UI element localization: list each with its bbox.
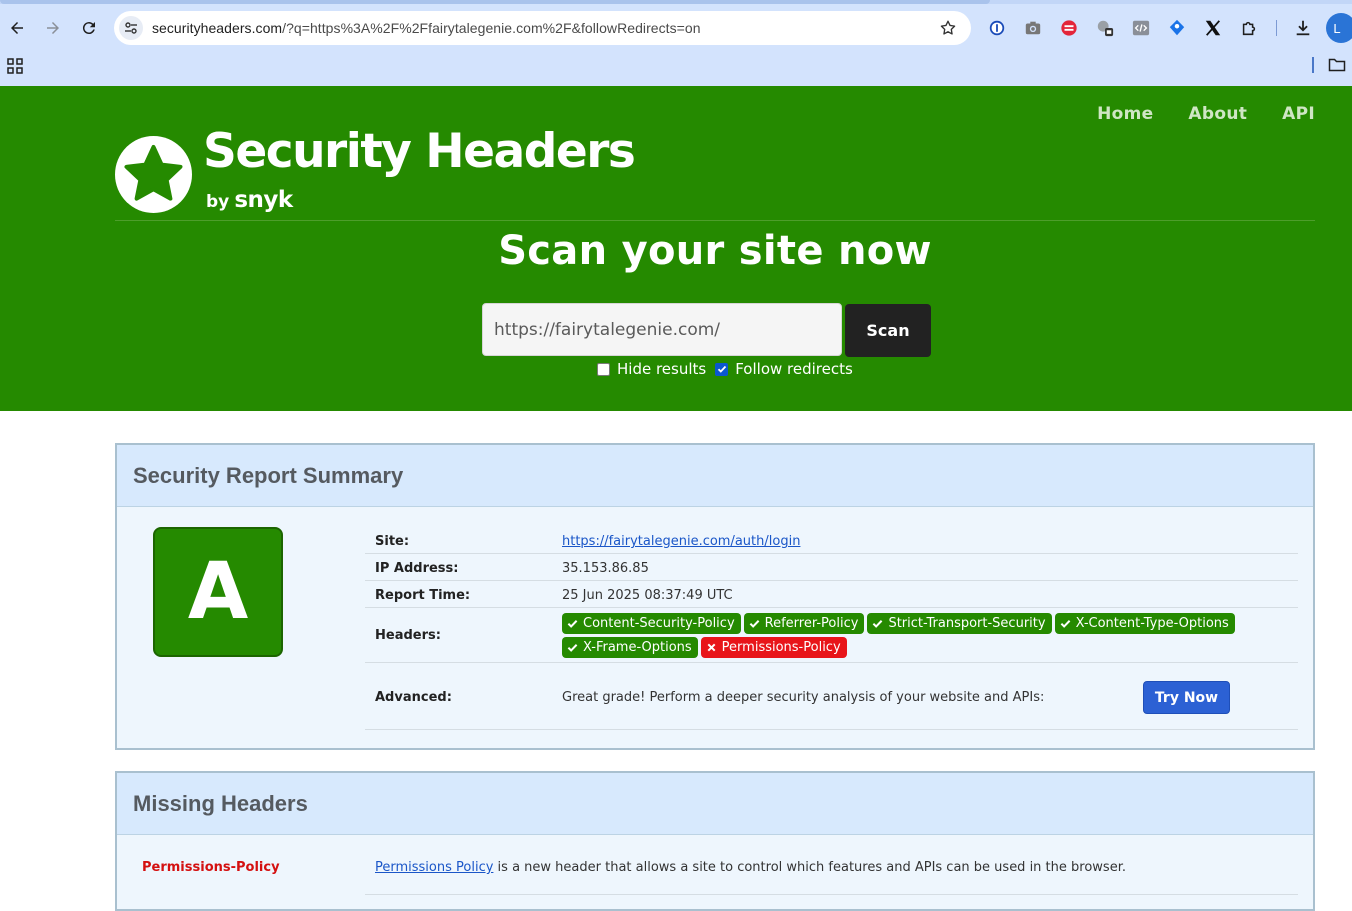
grade-badge: A — [153, 527, 283, 657]
logo-brand: snyk — [234, 187, 293, 213]
password-manager-icon[interactable] — [987, 18, 1007, 38]
missing-header-description-text: is a new header that allows a site to co… — [493, 860, 1126, 875]
red-extension-icon[interactable] — [1059, 18, 1079, 38]
url-input[interactable]: https://fairytalegenie.com/ — [482, 303, 842, 356]
report-summary-header: Security Report Summary — [117, 445, 1313, 507]
hide-results-label[interactable]: Hide results — [617, 360, 706, 378]
profile-avatar[interactable]: L — [1326, 13, 1352, 43]
report-time-value: 25 Jun 2025 08:37:49 UTC — [562, 588, 733, 603]
header-badge-label: X-Content-Type-Options — [1075, 616, 1229, 631]
blue-tag-icon[interactable] — [1167, 18, 1187, 38]
site-label: Site: — [375, 534, 410, 549]
header-badge: Referrer-Policy — [743, 613, 865, 634]
checkmark-icon — [717, 365, 726, 373]
header-badge-label: Referrer-Policy — [764, 616, 859, 631]
toolbar-separator — [1276, 20, 1277, 36]
missing-headers-panel: Missing Headers Permissions-Policy Permi… — [115, 771, 1315, 911]
star-logo-icon[interactable] — [115, 136, 192, 213]
header-badge: X-Content-Type-Options — [1054, 613, 1235, 634]
download-icon[interactable] — [1293, 18, 1313, 38]
row-site: Site: https://fairytalegenie.com/auth/lo… — [365, 527, 1298, 554]
check-icon — [567, 620, 578, 628]
check-icon — [567, 644, 578, 652]
header-badge-label: Content-Security-Policy — [583, 616, 735, 631]
missing-header-name: Permissions-Policy — [142, 860, 280, 875]
follow-redirects-label[interactable]: Follow redirects — [735, 360, 853, 378]
ip-value: 35.153.86.85 — [562, 561, 649, 576]
missing-headers-title: Missing Headers — [133, 790, 308, 816]
headers-label: Headers: — [375, 628, 441, 643]
row-report-time: Report Time: 25 Jun 2025 08:37:49 UTC — [365, 581, 1298, 608]
x-icon[interactable] — [1203, 18, 1223, 38]
forward-button[interactable] — [39, 14, 67, 42]
bookmark-star-icon[interactable] — [939, 19, 957, 37]
header-badge-label: Permissions-Policy — [721, 640, 841, 655]
back-arrow-icon — [11, 22, 23, 34]
hide-results-checkbox[interactable] — [597, 362, 610, 376]
puzzle-icon[interactable] — [1239, 18, 1259, 38]
header-badge-label: X-Frame-Options — [583, 640, 692, 655]
check-icon — [873, 620, 883, 628]
apps-grid-icon[interactable] — [7, 58, 23, 74]
header-badge-missing: Permissions-Policy — [700, 637, 847, 658]
url-path: /?q=https%3A%2F%2Ffairytalegenie.com%2F&… — [282, 20, 701, 36]
permissions-policy-link[interactable]: Permissions Policy — [375, 860, 493, 875]
profile-initial: L — [1333, 20, 1341, 36]
nav-api[interactable]: API — [1282, 104, 1315, 124]
back-button[interactable] — [3, 14, 31, 42]
check-icon — [749, 620, 759, 628]
code-icon[interactable] — [1131, 18, 1151, 38]
site-link[interactable]: https://fairytalegenie.com/auth/login — [562, 534, 800, 549]
advanced-label: Advanced: — [375, 690, 452, 705]
row-divider — [365, 894, 1298, 895]
row-advanced: Advanced: Great grade! Perform a deeper … — [365, 663, 1298, 730]
hero-divider — [115, 220, 1315, 221]
forward-arrow-icon — [47, 22, 59, 34]
ai-extension-icon[interactable] — [1095, 18, 1115, 38]
report-table: Site: https://fairytalegenie.com/auth/lo… — [365, 527, 1298, 730]
advanced-text: Great grade! Perform a deeper security a… — [562, 690, 1045, 705]
bookmarks-bar — [0, 56, 1352, 86]
ip-label: IP Address: — [375, 561, 459, 576]
header-badge: Strict-Transport-Security — [867, 613, 1052, 634]
url-input-value: https://fairytalegenie.com/ — [494, 319, 721, 340]
url-text[interactable]: securityheaders.com/?q=https%3A%2F%2Ffai… — [152, 20, 701, 36]
tab-strip — [0, 0, 1352, 4]
report-summary-panel: Security Report Summary A Site: https://… — [115, 443, 1315, 750]
folder-icon[interactable] — [1328, 57, 1346, 73]
url-host: securityheaders.com — [152, 20, 283, 36]
reload-icon — [82, 22, 95, 35]
missing-header-description: Permissions Policy is a new header that … — [375, 860, 1126, 875]
nav-home[interactable]: Home — [1097, 104, 1153, 124]
logo-title[interactable]: Security Headers — [203, 124, 636, 179]
report-time-label: Report Time: — [375, 588, 471, 603]
missing-header-row: Permissions-Policy Permissions Policy is… — [117, 845, 1313, 895]
header-badge-label: Strict-Transport-Security — [888, 616, 1046, 631]
reload-button[interactable] — [75, 14, 103, 42]
follow-redirects-checkbox[interactable] — [715, 362, 729, 376]
headers-badges: Content-Security-Policy Referrer-Policy St… — [562, 613, 1262, 661]
row-headers: Headers: Content-Security-Policy Referrer… — [365, 608, 1298, 663]
scan-button[interactable]: Scan — [845, 304, 931, 357]
report-summary-title: Security Report Summary — [133, 462, 404, 488]
nav-about[interactable]: About — [1188, 104, 1247, 124]
header-badge: X-Frame-Options — [562, 637, 698, 658]
header-badge: Content-Security-Policy — [562, 613, 741, 634]
try-now-button[interactable]: Try Now — [1143, 681, 1230, 714]
cross-icon — [707, 643, 716, 652]
address-bar[interactable]: securityheaders.com/?q=https%3A%2F%2Ffai… — [114, 11, 971, 45]
row-ip: IP Address: 35.153.86.85 — [365, 554, 1298, 581]
site-nav: Home About API — [1097, 104, 1315, 124]
check-icon — [1060, 620, 1070, 628]
missing-headers-header: Missing Headers — [117, 773, 1313, 835]
active-tab-edge[interactable] — [0, 0, 990, 4]
logo-byline: by snyk — [206, 187, 293, 213]
site-info-icon[interactable] — [119, 16, 143, 40]
camera-icon[interactable] — [1023, 18, 1043, 38]
logo-by-text: by — [206, 192, 230, 212]
scan-options: Hide results Follow redirects — [597, 360, 853, 378]
scan-heading: Scan your site now — [498, 228, 932, 274]
bookmarks-separator — [1312, 57, 1314, 73]
